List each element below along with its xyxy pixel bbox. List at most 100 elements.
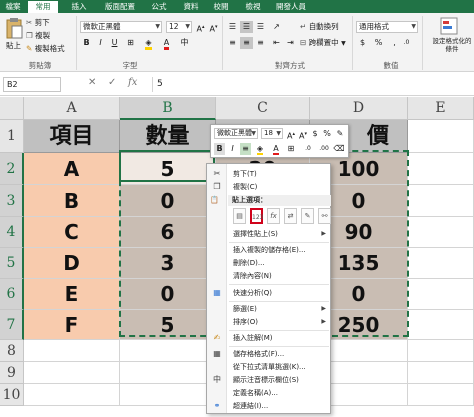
menu-item-insert-comment[interactable]: ✍ 插入註解(M): [208, 332, 330, 344]
menu-item-quick-analysis[interactable]: ▦ 快速分析(Q): [208, 287, 330, 299]
font-color-button[interactable]: A: [160, 37, 173, 50]
mini-decrease-decimal-button[interactable]: .00: [317, 143, 331, 155]
cell-a5[interactable]: D: [24, 248, 120, 279]
paste-option-transpose[interactable]: ⇄: [284, 208, 297, 224]
menu-item-sort[interactable]: 排序(O) ▶: [208, 316, 330, 328]
cell-e7[interactable]: [408, 310, 474, 340]
cell-e2[interactable]: [408, 153, 474, 185]
cell-b4[interactable]: 6: [120, 217, 216, 248]
mini-currency-button[interactable]: $: [310, 128, 320, 140]
align-right-button[interactable]: ≡: [254, 37, 267, 49]
shrink-font-button[interactable]: A▾: [207, 21, 220, 34]
copy-button[interactable]: ❐ 複製: [26, 31, 50, 41]
underline-button[interactable]: U: [108, 37, 121, 49]
wrap-text-button[interactable]: ↵ 自動換列: [300, 22, 339, 32]
column-header-a[interactable]: A: [24, 97, 120, 120]
cell-b7[interactable]: 5: [120, 310, 216, 340]
cut-button[interactable]: ✂ 剪下: [26, 18, 50, 28]
menu-item-cut[interactable]: ✂ 剪下(T): [208, 168, 330, 180]
cancel-icon[interactable]: ✕: [88, 77, 96, 88]
phonetic-button[interactable]: 中: [178, 37, 191, 49]
insert-function-icon[interactable]: fx: [128, 77, 137, 88]
menu-item-phonetic[interactable]: 中顯示注音標示欄位(S): [208, 374, 330, 386]
cell-a8[interactable]: [24, 340, 120, 362]
menu-item-paste-special[interactable]: 選擇性貼上(S) ▶: [208, 228, 330, 240]
cell-a10[interactable]: [24, 384, 120, 406]
mini-eraser-button[interactable]: ⌫: [333, 143, 345, 155]
cell-b9[interactable]: [120, 362, 216, 384]
indent-decrease-button[interactable]: ⇤: [270, 37, 283, 49]
cell-b6[interactable]: 0: [120, 279, 216, 310]
menu-item-copy[interactable]: ❐ 複製(C): [208, 181, 330, 193]
cell-b8[interactable]: [120, 340, 216, 362]
mini-center-button[interactable]: ≡: [240, 143, 251, 155]
mini-font-combo[interactable]: 微軟正黑體 ▼: [214, 128, 258, 139]
paste-option-paste[interactable]: ▤: [233, 208, 246, 224]
row-header-6[interactable]: 6: [0, 279, 24, 310]
menu-item-clear[interactable]: 清除內容(N): [208, 270, 330, 282]
format-painter-button[interactable]: ✎ 複製格式: [26, 44, 65, 54]
borders-button[interactable]: ⊞: [124, 37, 137, 49]
mini-italic-button[interactable]: I: [227, 143, 238, 155]
tab-developer[interactable]: 開發人員: [272, 1, 310, 13]
tab-page-layout[interactable]: 版面配置: [100, 1, 140, 13]
cell-e9[interactable]: [408, 362, 474, 384]
tab-insert[interactable]: 插入: [66, 1, 92, 13]
mini-format-painter-button[interactable]: ✎: [334, 128, 346, 140]
menu-item-pick-list[interactable]: 從下拉式清單挑選(K)...: [208, 361, 330, 373]
row-header-10[interactable]: 10: [0, 384, 24, 406]
indent-increase-button[interactable]: ⇥: [284, 37, 297, 49]
row-header-1[interactable]: 1: [0, 120, 24, 153]
menu-item-format-cells[interactable]: ▦ 儲存格格式(F)...: [208, 348, 330, 360]
row-header-7[interactable]: 7: [0, 310, 24, 340]
increase-decimal-button[interactable]: .0: [400, 37, 413, 49]
paste-option-link[interactable]: ⚯: [318, 208, 331, 224]
align-left-button[interactable]: ≡: [226, 37, 239, 49]
formula-input[interactable]: 5: [152, 77, 472, 92]
tab-review[interactable]: 校閱: [208, 1, 234, 13]
mini-borders-button[interactable]: ⊞: [285, 143, 297, 155]
bold-button[interactable]: B: [80, 37, 93, 49]
menu-item-insert-copied[interactable]: 插入複製的儲存格(E)...: [208, 244, 330, 256]
enter-icon[interactable]: ✓: [108, 77, 116, 88]
column-header-e[interactable]: E: [408, 97, 474, 120]
row-header-5[interactable]: 5: [0, 248, 24, 279]
cell-e3[interactable]: [408, 185, 474, 217]
column-header-c[interactable]: C: [216, 97, 310, 120]
fill-color-button[interactable]: ◈: [142, 37, 155, 50]
row-header-8[interactable]: 8: [0, 340, 24, 362]
select-all-corner[interactable]: [0, 97, 24, 120]
align-center-button[interactable]: ≡: [240, 37, 253, 49]
cell-a1[interactable]: 項目: [24, 120, 120, 153]
cell-b5[interactable]: 3: [120, 248, 216, 279]
mini-font-color-button[interactable]: A: [269, 143, 283, 155]
font-name-combo[interactable]: 微軟正黑體 ▼: [80, 21, 162, 33]
tab-file[interactable]: 檔案: [0, 1, 26, 13]
paste-option-formulas[interactable]: fx: [267, 208, 280, 224]
cell-b10[interactable]: [120, 384, 216, 406]
cell-e6[interactable]: [408, 279, 474, 310]
mini-increase-decimal-button[interactable]: .0: [301, 143, 315, 155]
column-header-b[interactable]: B: [120, 97, 216, 120]
mini-fill-color-button[interactable]: ◈: [253, 143, 267, 155]
name-box[interactable]: B2: [3, 77, 61, 92]
row-header-4[interactable]: 4: [0, 217, 24, 248]
italic-button[interactable]: I: [94, 37, 107, 49]
menu-item-delete[interactable]: 刪除(D)...: [208, 257, 330, 269]
mini-bold-button[interactable]: B: [214, 143, 225, 155]
paste-option-values[interactable]: 123: [250, 208, 263, 224]
cell-a2[interactable]: A: [24, 153, 120, 185]
row-header-3[interactable]: 3: [0, 185, 24, 217]
tab-formulas[interactable]: 公式: [146, 1, 172, 13]
menu-item-define-name[interactable]: 定義名稱(A)...: [208, 387, 330, 399]
align-bottom-button[interactable]: ☰: [254, 21, 267, 33]
merge-center-button[interactable]: ⊟ 跨欄置中 ▼: [300, 38, 346, 49]
row-header-2[interactable]: 2: [0, 153, 24, 185]
grow-font-button[interactable]: A▴: [194, 21, 207, 34]
tab-home[interactable]: 常用: [28, 1, 58, 13]
row-header-9[interactable]: 9: [0, 362, 24, 384]
menu-item-filter[interactable]: 篩選(E) ▶: [208, 303, 330, 315]
mini-grow-font-button[interactable]: A▴: [286, 128, 296, 141]
cell-a6[interactable]: E: [24, 279, 120, 310]
cell-b1[interactable]: 數量: [120, 120, 216, 153]
